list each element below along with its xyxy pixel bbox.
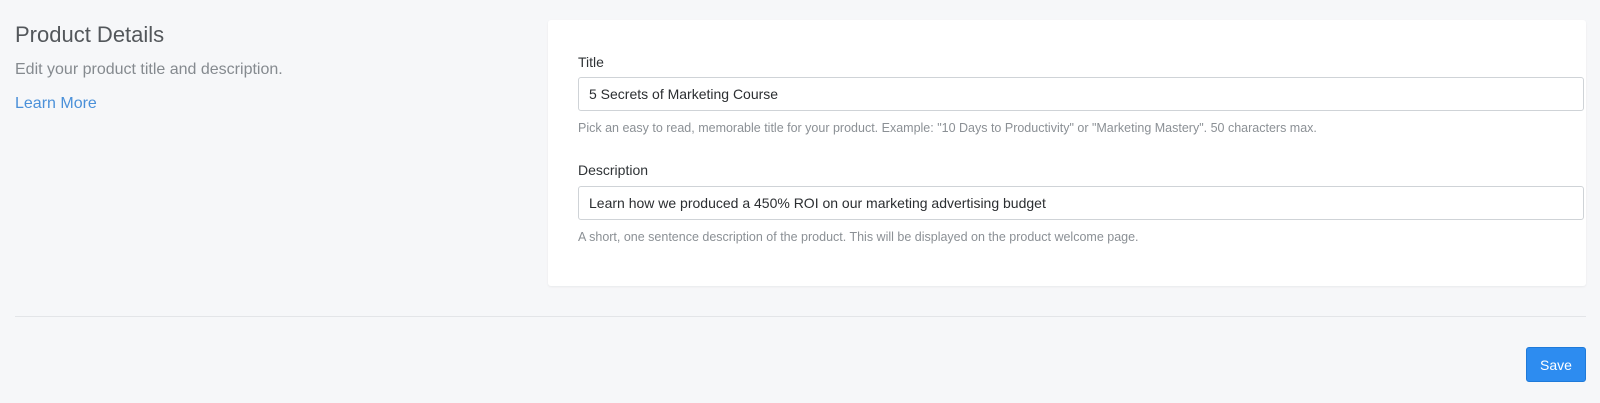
description-label: Description	[578, 162, 649, 178]
learn-more-link[interactable]: Learn More	[15, 94, 97, 114]
section-intro: Product Details Edit your product title …	[15, 20, 515, 114]
title-input[interactable]	[578, 77, 1584, 111]
description-input[interactable]	[578, 186, 1584, 220]
save-button[interactable]: Save	[1526, 347, 1586, 382]
description-help-text: A short, one sentence description of the…	[578, 230, 1139, 244]
divider	[15, 316, 1586, 317]
title-label: Title	[578, 54, 604, 70]
section-title: Product Details	[15, 22, 165, 47]
product-details-card: Title Pick an easy to read, memorable ti…	[548, 20, 1586, 286]
title-help-text: Pick an easy to read, memorable title fo…	[578, 121, 1317, 135]
section-description: Edit your product title and description.	[15, 61, 283, 78]
